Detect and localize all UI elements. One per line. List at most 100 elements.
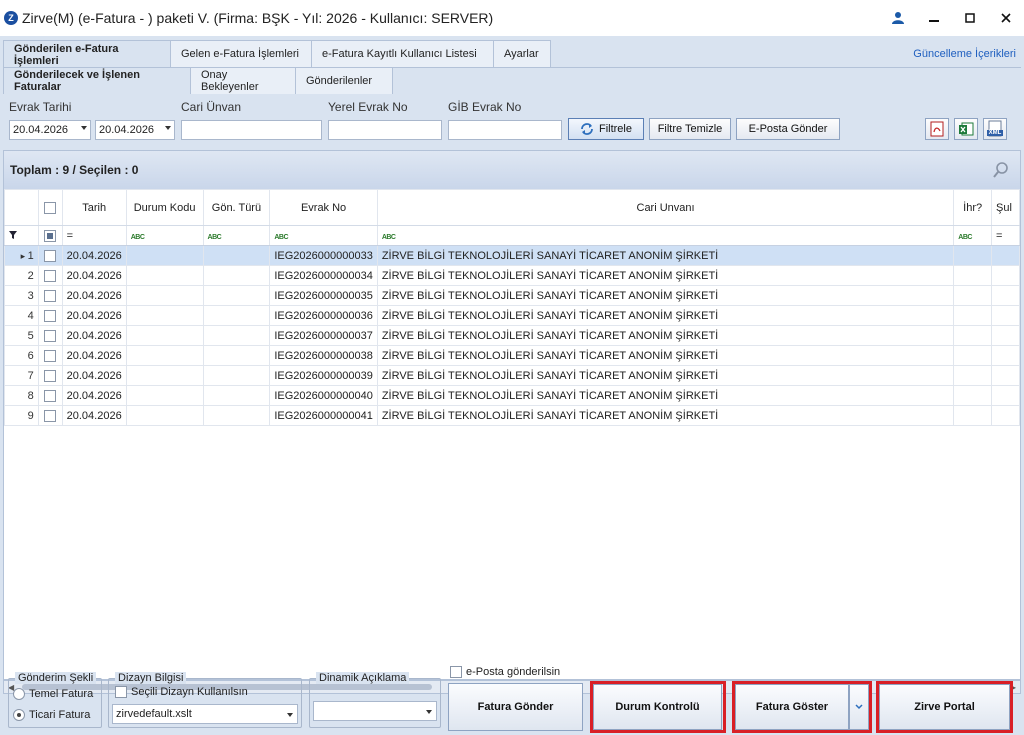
cell-tarih: 20.04.2026 [61,345,127,366]
cell-evrak-no: IEG2026000000041 [269,405,378,426]
cell-evrak-no: IEG2026000000036 [269,305,378,326]
filter-cari-unvani[interactable]: ABC [376,225,955,246]
dinamik-aciklama-select[interactable] [313,701,437,721]
row-checkbox-cell[interactable] [37,385,63,406]
yerel-evrak-label: Yerel Evrak No [328,100,408,114]
refresh-icon [581,123,593,135]
eposta-gonderilsin-checkbox[interactable]: e-Posta gönderilsin [450,666,560,678]
row-checkbox-cell[interactable] [37,245,63,266]
col-header-durum-kodu[interactable]: Durum Kodu [125,189,204,226]
select-all-checkbox[interactable] [44,201,57,214]
filter-checkbox-cell[interactable] [37,225,63,246]
dinamik-aciklama-group: Dinamik Açıklama [309,672,441,728]
fatura-gonder-button[interactable]: Fatura Gönder [448,683,583,731]
row-checkbox[interactable] [44,289,57,302]
tab-gonderilen[interactable]: Gönderilen e-Fatura İşlemleri [3,40,171,68]
dizayn-select[interactable]: zirvedefault.xslt [112,704,298,724]
col-header-ihr[interactable]: İhr? [953,189,993,226]
eposta-gonderilsin-label: e-Posta gönderilsin [466,666,561,678]
update-notes-link[interactable]: Güncelleme İçerikleri [913,48,1016,60]
chevron-down-icon [426,710,432,714]
checkbox-icon [115,686,127,698]
table-row[interactable]: 8 20.04.2026 IEG2026000000040 ZİRVE BİLGİ T… [4,385,1020,406]
tab-kayitli-kullanici[interactable]: e-Fatura Kayıtlı Kullanıcı Listesi [311,40,494,67]
cell-ihr [953,305,993,326]
cell-ihr [953,325,993,346]
filter-gon-turu[interactable]: ABC [202,225,271,246]
xml-export-button[interactable]: XML [983,118,1007,140]
filter-tarih[interactable]: = [61,225,127,246]
col-header-cari-unvani[interactable]: Cari Unvanı [376,189,955,226]
table-row[interactable]: 4 20.04.2026 IEG2026000000036 ZİRVE BİLGİ T… [4,305,1020,326]
col-header-evrak-no[interactable]: Evrak No [269,189,378,226]
gonderim-sekli-label: Gönderim Şekli [15,672,97,684]
cell-cari-unvani: ZİRVE BİLGİ TEKNOLOJİLERİ SANAYİ TİCARET… [376,305,955,326]
yerel-evrak-input[interactable] [328,120,442,140]
row-checkbox[interactable] [44,389,57,402]
user-icon[interactable] [880,0,916,36]
table-row[interactable]: 3 20.04.2026 IEG2026000000035 ZİRVE BİLGİ T… [4,285,1020,306]
close-button[interactable] [988,0,1024,36]
cell-tarih: 20.04.2026 [61,245,127,266]
filter-evrak-no[interactable]: ABC [269,225,378,246]
table-row[interactable]: 9 20.04.2026 IEG2026000000041 ZİRVE BİLGİ T… [4,405,1020,426]
filtre-temizle-button[interactable]: Filtre Temizle [649,118,731,140]
row-number: 7 [4,365,39,386]
filter-ihr[interactable]: ABC [953,225,993,246]
tab-gonderilecek[interactable]: Gönderilecek ve İşlenen Faturalar [3,67,191,94]
pdf-export-button[interactable] [925,118,949,140]
cell-ihr [953,245,993,266]
table-row[interactable]: 7 20.04.2026 IEG2026000000039 ZİRVE BİLGİ T… [4,365,1020,386]
filter-durum-kodu[interactable]: ABC [125,225,204,246]
filter-sul[interactable]: = [991,225,1020,246]
row-checkbox-cell[interactable] [37,265,63,286]
excel-icon [959,122,974,136]
table-row[interactable]: 6 20.04.2026 IEG2026000000038 ZİRVE BİLGİ T… [4,345,1020,366]
temel-fatura-radio[interactable]: Temel Fatura [13,688,93,700]
row-checkbox-cell[interactable] [37,345,63,366]
row-checkbox[interactable] [44,309,57,322]
cell-ihr [953,405,993,426]
row-checkbox[interactable] [44,269,57,282]
select-all-header[interactable] [37,189,63,226]
gib-evrak-input[interactable] [448,120,562,140]
table-row[interactable]: 5 20.04.2026 IEG2026000000037 ZİRVE BİLGİ T… [4,325,1020,346]
col-header-tarih[interactable]: Tarih [61,189,127,226]
row-checkbox[interactable] [44,349,57,362]
minimize-button[interactable] [916,0,952,36]
tab-ayarlar[interactable]: Ayarlar [493,40,551,67]
maximize-button[interactable] [952,0,988,36]
row-checkbox-cell[interactable] [37,365,63,386]
cell-cari-unvani: ZİRVE BİLGİ TEKNOLOJİLERİ SANAYİ TİCARET… [376,325,955,346]
cell-ihr [953,285,993,306]
row-checkbox-cell[interactable] [37,285,63,306]
ticari-fatura-radio[interactable]: Ticari Fatura [13,709,90,721]
row-checkbox-cell[interactable] [37,305,63,326]
secili-dizayn-checkbox[interactable]: Seçili Dizayn Kullanılsın [115,686,248,698]
eposta-gonder-button[interactable]: E-Posta Gönder [736,118,840,140]
highlight-zirve-portal [876,681,1013,733]
row-checkbox[interactable] [44,329,57,342]
tab-gonderilenler[interactable]: Gönderilenler [295,67,393,94]
cell-cari-unvani: ZİRVE BİLGİ TEKNOLOJİLERİ SANAYİ TİCARET… [376,245,955,266]
ticari-fatura-label: Ticari Fatura [29,709,91,721]
filtrele-button[interactable]: Filtrele [568,118,644,140]
excel-export-button[interactable] [954,118,978,140]
row-checkbox[interactable] [44,249,57,262]
col-header-gon-turu[interactable]: Gön. Türü [202,189,271,226]
row-checkbox[interactable] [44,409,57,422]
search-icon[interactable] [992,161,1010,179]
col-header-sul[interactable]: Şul [991,189,1020,226]
table-row[interactable]: ▸ 1 20.04.2026 IEG2026000000033 ZİRVE BİLGİ… [4,245,1020,266]
date-from-picker[interactable]: 20.04.2026 [9,120,91,140]
row-checkbox-cell[interactable] [37,325,63,346]
tab-onay-bekleyenler[interactable]: Onay Bekleyenler [190,67,296,94]
date-to-picker[interactable]: 20.04.2026 [95,120,175,140]
tab-gelen[interactable]: Gelen e-Fatura İşlemleri [170,40,312,67]
row-checkbox-cell[interactable] [37,405,63,426]
cell-evrak-no: IEG2026000000040 [269,385,378,406]
row-checkbox[interactable] [44,369,57,382]
filter-checkbox[interactable] [44,229,57,242]
table-row[interactable]: 2 20.04.2026 IEG2026000000034 ZİRVE BİLGİ T… [4,265,1020,286]
cari-unvan-input[interactable] [181,120,322,140]
